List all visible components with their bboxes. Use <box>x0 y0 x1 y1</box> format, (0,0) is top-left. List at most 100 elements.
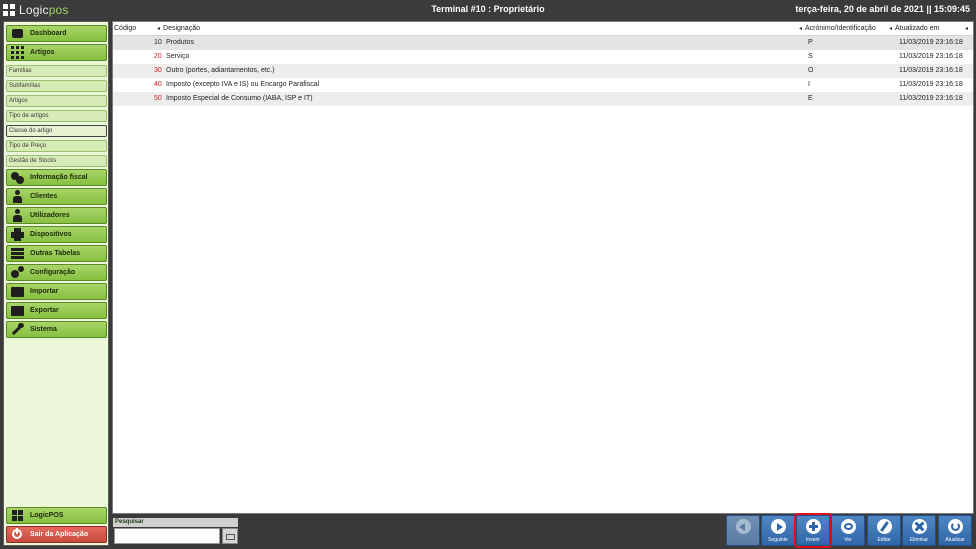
table-row[interactable]: 50 Imposto Especial de Consumo (IABA, IS… <box>113 92 973 106</box>
printer-icon <box>11 228 24 241</box>
sort-left-icon: ◂ <box>889 26 893 32</box>
column-header-atualizado[interactable]: ◂ Atualizado em <box>889 25 939 32</box>
sidebar-item-outras-tabelas[interactable]: Outras Tabelas <box>6 245 107 262</box>
sidebar: Dashboard Artigos Famílias Subfamílias A… <box>3 21 109 546</box>
table-header: Código ◂ Designação ◂ Acrónimo/Identificaç… <box>113 22 973 36</box>
exit-label: Sair da Aplicação <box>30 531 89 538</box>
sidebar-item-exportar[interactable]: Exportar <box>6 302 107 319</box>
table-row[interactable]: 30 Outro (portes, adiantamentos, etc.) O… <box>113 64 973 78</box>
row-code: 30 <box>154 67 162 74</box>
next-icon <box>771 519 786 534</box>
subitem-subfamilias[interactable]: Subfamílias <box>6 80 107 92</box>
sidebar-item-configuracao[interactable]: Configuração <box>6 264 107 281</box>
sidebar-item-logicpos[interactable]: LogicPOS <box>6 507 107 524</box>
row-updated: 11/03/2019 23:16:18 <box>899 39 963 46</box>
search-label: Pesquisar <box>113 518 238 527</box>
subitem-tipo-preco[interactable]: Tipo de Preço <box>6 140 107 152</box>
virtual-keyboard-button[interactable] <box>222 528 238 544</box>
insert-button[interactable]: Inserir <box>794 513 832 548</box>
next-button[interactable]: Seguinte <box>761 515 795 546</box>
sidebar-item-label: Dashboard <box>30 30 67 37</box>
table-row[interactable]: 40 Imposto (excepto IVA e IS) ou Encargo… <box>113 78 973 92</box>
row-designation: Imposto (excepto IVA e IS) ou Encargo Pa… <box>166 81 320 88</box>
sort-left-icon: ◂ <box>157 26 161 32</box>
row-acronym: P <box>808 39 813 46</box>
dashboard-icon <box>11 27 24 40</box>
grid-icon <box>11 46 24 59</box>
search-input[interactable] <box>114 528 220 544</box>
view-button[interactable]: Ver <box>831 515 865 546</box>
row-acronym: E <box>808 95 813 102</box>
next-label: Seguinte <box>768 537 788 543</box>
column-header-codigo[interactable]: Código <box>114 25 136 32</box>
keyboard-icon <box>226 534 235 540</box>
wrench-icon <box>11 323 24 336</box>
subitem-artigos[interactable]: Artigos <box>6 95 107 107</box>
row-code: 50 <box>154 95 162 102</box>
sort-left-icon: ◂ <box>799 26 803 32</box>
previous-button[interactable] <box>726 515 760 546</box>
close-icon <box>912 519 927 534</box>
row-acronym: O <box>808 67 814 74</box>
table-row[interactable]: 10 Produtos P 11/03/2019 23:16:18 <box>113 36 973 50</box>
sidebar-item-sistema[interactable]: Sistema <box>6 321 107 338</box>
coins-icon <box>11 171 24 184</box>
logicpos-icon <box>11 509 24 522</box>
subitem-tipo-artigos[interactable]: Tipo de artigos <box>6 110 107 122</box>
sidebar-item-label: Utilizadores <box>30 212 70 219</box>
sidebar-item-label: Outras Tabelas <box>30 250 81 257</box>
sidebar-item-dashboard[interactable]: Dashboard <box>6 25 107 42</box>
import-icon <box>11 285 24 298</box>
table-row[interactable]: 20 Serviço S 11/03/2019 23:16:18 <box>113 50 973 64</box>
column-header-designacao[interactable]: ◂ Designação <box>157 25 200 32</box>
data-grid: Código ◂ Designação ◂ Acrónimo/Identificaç… <box>112 21 974 514</box>
plus-icon <box>806 519 821 534</box>
sidebar-item-utilizadores[interactable]: Utilizadores <box>6 207 107 224</box>
sidebar-item-label: Importar <box>30 288 59 295</box>
subitem-familias[interactable]: Famílias <box>6 65 107 77</box>
edit-label: Editar <box>877 537 891 543</box>
sidebar-item-label: Exportar <box>30 307 59 314</box>
export-icon <box>11 304 24 317</box>
subitem-classe-artigo[interactable]: Classe do artigo <box>6 125 107 137</box>
pencil-icon <box>877 519 892 534</box>
exit-application-button[interactable]: Sair da Aplicação <box>6 526 107 543</box>
row-updated: 11/03/2019 23:16:18 <box>899 53 963 60</box>
sidebar-item-artigos[interactable]: Artigos <box>6 44 107 61</box>
row-designation: Serviço <box>166 53 190 60</box>
insert-label: Inserir <box>806 537 820 543</box>
refresh-icon <box>948 519 963 534</box>
user-icon <box>11 209 24 222</box>
view-label: Ver <box>844 537 852 543</box>
delete-button[interactable]: Eliminar <box>902 515 936 546</box>
column-header-acronimo[interactable]: ◂ Acrónimo/Identificação <box>799 25 876 32</box>
sidebar-item-dispositivos[interactable]: Dispositivos <box>6 226 107 243</box>
sidebar-item-label: Sistema <box>30 326 57 333</box>
row-updated: 11/03/2019 23:16:18 <box>899 67 963 74</box>
person-icon <box>11 190 24 203</box>
sidebar-item-label: Configuração <box>30 269 76 276</box>
row-updated: 11/03/2019 23:16:18 <box>899 95 963 102</box>
row-code: 40 <box>154 81 162 88</box>
edit-button[interactable]: Editar <box>867 515 901 546</box>
power-icon <box>11 528 24 541</box>
subitem-gestao-stocks[interactable]: Gestão de Stocks <box>6 155 107 167</box>
sidebar-item-label: Informação fiscal <box>30 174 88 181</box>
sidebar-item-label: Dispositivos <box>30 231 72 238</box>
delete-label: Eliminar <box>909 537 929 543</box>
sidebar-item-label: Artigos <box>30 49 55 56</box>
previous-icon <box>736 519 751 534</box>
row-acronym: I <box>808 81 810 88</box>
list-icon <box>11 247 24 260</box>
sidebar-item-label: Clientes <box>30 193 58 200</box>
refresh-button[interactable]: Atualizar <box>938 515 972 546</box>
eye-icon <box>841 519 856 534</box>
row-designation: Produtos <box>166 39 195 46</box>
row-code: 10 <box>154 39 162 46</box>
row-code: 20 <box>154 53 162 60</box>
sidebar-item-importar[interactable]: Importar <box>6 283 107 300</box>
sidebar-item-clientes[interactable]: Clientes <box>6 188 107 205</box>
sidebar-item-informacao-fiscal[interactable]: Informação fiscal <box>6 169 107 186</box>
sort-left-icon: ◂ <box>965 26 969 32</box>
row-updated: 11/03/2019 23:16:18 <box>899 81 963 88</box>
